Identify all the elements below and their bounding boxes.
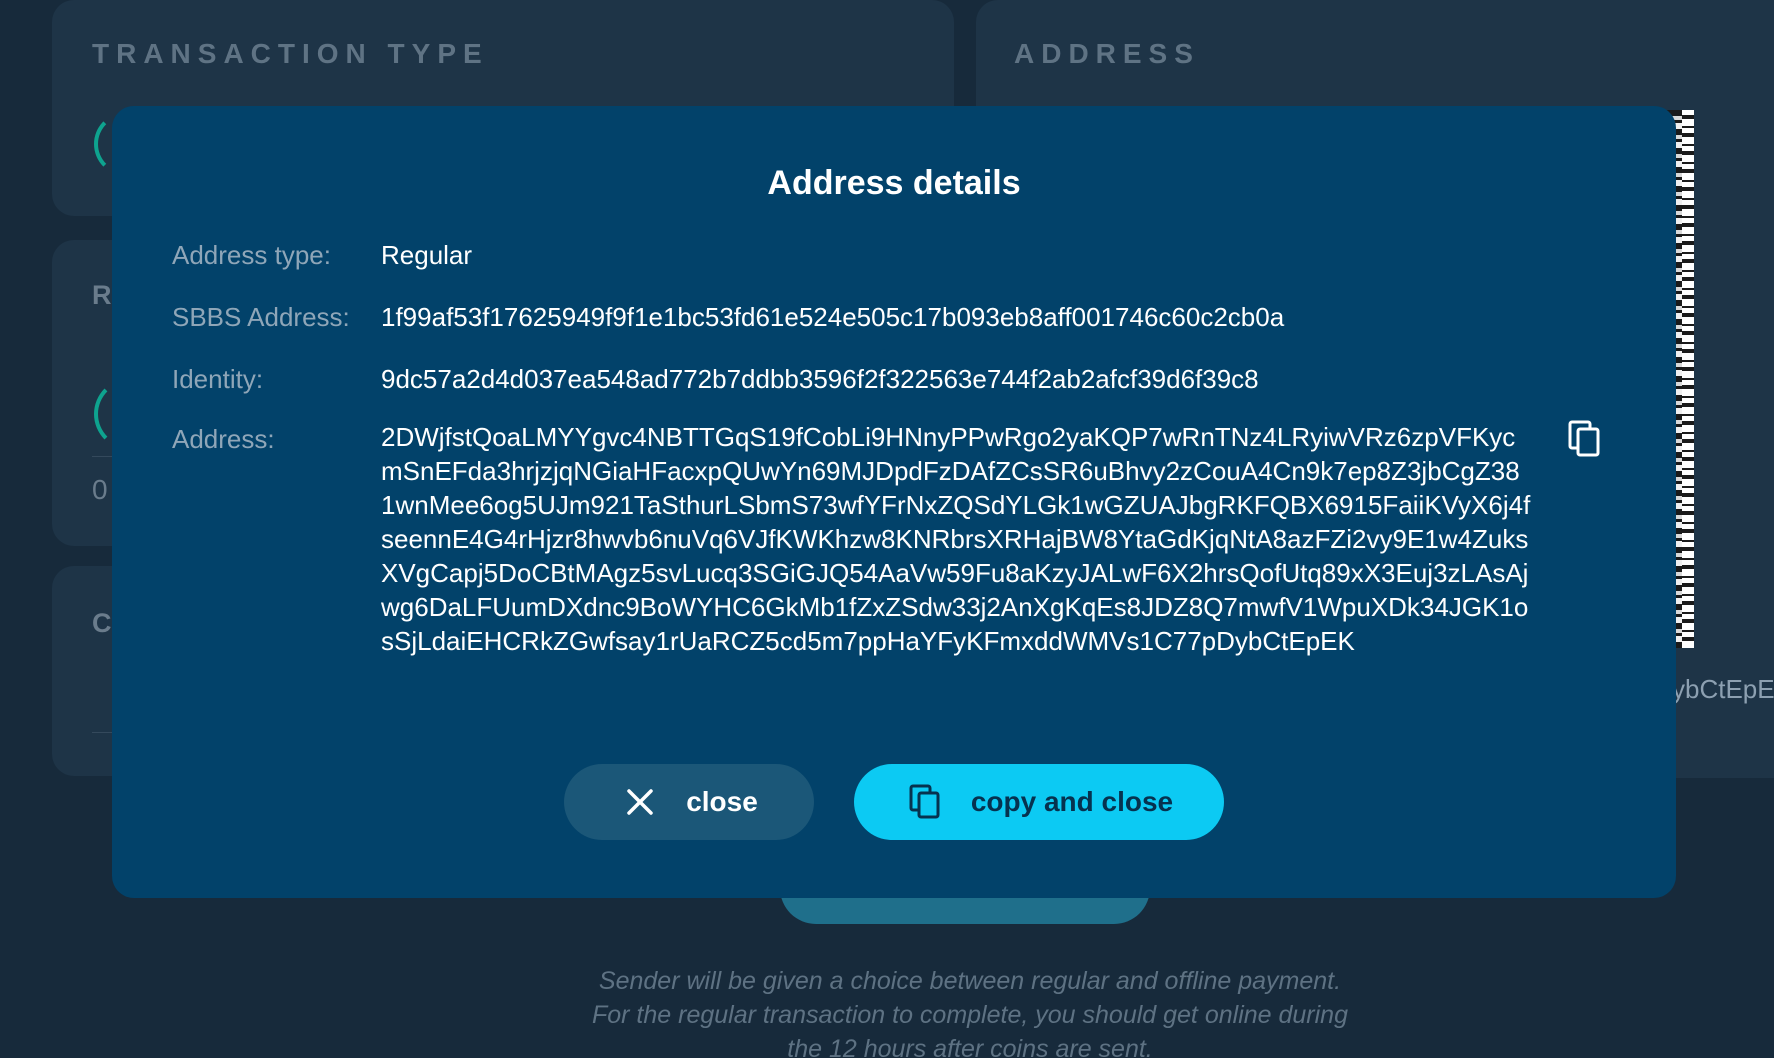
close-button[interactable]: close xyxy=(564,764,814,840)
close-button-label: close xyxy=(686,786,758,817)
address-label: Address: xyxy=(172,424,275,454)
address-details-dialog: Address details Address type: Regular SB… xyxy=(112,106,1676,898)
transaction-type-title: TRANSACTION TYPE xyxy=(92,38,489,69)
copy-and-close-label: copy and close xyxy=(970,786,1174,817)
identity-label: Identity: xyxy=(172,364,264,394)
identity-value: 9dc57a2d4d037ea548ad772b7ddbb3596f2f3225… xyxy=(381,364,1259,394)
hint-line: Sender will be given a choice between re… xyxy=(598,967,1342,995)
close-icon xyxy=(620,782,660,822)
page: TRANSACTION TYPE R 0 C ADDRESS ybCtEpE S… xyxy=(0,0,1774,1058)
offline-hint: Sender will be given a choice between re… xyxy=(520,964,1420,1058)
hint-line: the 12 hours after coins are sent. xyxy=(787,1035,1153,1058)
hint-line: For the regular transaction to complete,… xyxy=(591,1001,1348,1029)
comment-panel-title: C xyxy=(92,608,112,638)
address-peek: ybCtEpE xyxy=(1672,674,1774,704)
amount-zero: 0 xyxy=(92,474,108,505)
copy-and-close-button[interactable]: copy and close xyxy=(854,764,1224,840)
copy-icon xyxy=(905,782,945,822)
sbbs-address-value: 1f99af53f17625949f9f1e1bc53fd61e524e505c… xyxy=(381,302,1285,332)
address-type-label: Address type: xyxy=(172,240,331,270)
copy-icon[interactable] xyxy=(1568,420,1602,458)
dialog-title: Address details xyxy=(767,164,1021,202)
address-type-value: Regular xyxy=(381,240,473,270)
receive-panel-title: R xyxy=(92,280,112,310)
address-panel-title: ADDRESS xyxy=(1014,38,1200,69)
address-value: 2DWjfstQoaLMYYgvc4NBTTGqS19fCobLi9HNnyPP… xyxy=(381,422,1531,656)
sbbs-address-label: SBBS Address: xyxy=(172,302,350,332)
